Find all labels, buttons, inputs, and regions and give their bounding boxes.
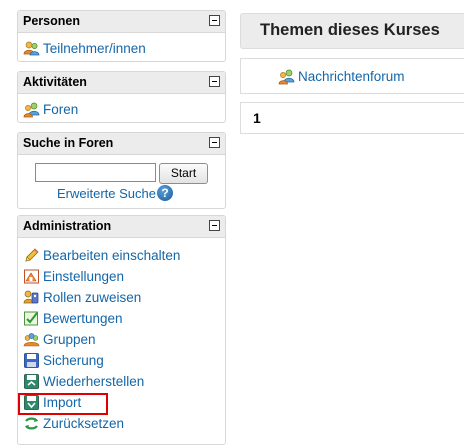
link-label: Wiederherstellen [43,374,145,389]
block-title: Personen [23,14,80,28]
collapse-icon[interactable] [209,76,220,87]
import-highlight-box [18,393,108,415]
settings-icon [24,269,39,284]
pencil-icon [25,248,39,262]
admin-item-bearbeiten[interactable]: Bearbeiten einschalten [18,245,225,266]
admin-item-bewertungen[interactable]: Bewertungen [18,308,225,329]
grades-icon [24,311,38,326]
admin-item-einstellungen[interactable]: Einstellungen [18,266,225,287]
course-topics-header: Themen dieses Kurses [240,13,464,49]
block-title: Administration [23,219,112,233]
link-teilnehmer[interactable]: Teilnehmer/innen [18,38,225,59]
section-1: 1 [240,102,464,134]
collapse-icon[interactable] [209,15,220,26]
news-forum-label: Nachrichtenforum [298,69,405,84]
link-label: Bewertungen [43,311,123,326]
backup-icon [24,353,39,368]
reset-icon [25,417,38,430]
link-label: Rollen zuweisen [43,290,142,305]
block-personen: Personen Teilnehmer/innen [17,10,226,62]
news-forum-box: Nachrichtenforum [240,58,464,94]
link-label: Gruppen [43,332,96,347]
forum-icon [278,69,295,85]
roles-icon [23,290,39,304]
section-number: 1 [253,110,261,126]
forum-icon [23,102,40,118]
users-icon [23,41,40,56]
block-header: Aktivitäten [18,72,225,94]
link-label: Foren [43,102,79,117]
collapse-icon[interactable] [209,137,220,148]
block-header: Suche in Foren [18,133,225,155]
block-title: Aktivitäten [23,75,87,89]
block-aktivitaeten: Aktivitäten Foren [17,71,226,123]
forum-search-input[interactable] [35,163,156,182]
course-title: Themen dieses Kurses [260,21,440,39]
link-label: Sicherung [43,353,104,368]
restore-icon [24,374,39,389]
link-foren[interactable]: Foren [18,99,225,120]
admin-item-gruppen[interactable]: Gruppen [18,329,225,350]
block-header: Personen [18,11,225,33]
link-label: Einstellungen [43,269,125,284]
block-header: Administration [18,216,225,238]
link-label: Teilnehmer/innen [43,41,146,56]
advanced-search-label: Erweiterte Suche [57,185,156,201]
block-title: Suche in Foren [23,136,114,150]
groups-icon [23,333,40,347]
collapse-icon[interactable] [209,220,220,231]
link-label: Zurücksetzen [43,416,125,431]
admin-item-wiederherstellen[interactable]: Wiederherstellen [18,371,225,392]
admin-item-zuruecksetzen[interactable]: Zurücksetzen [18,413,225,434]
news-forum-link[interactable]: Nachrichtenforum [278,68,405,85]
advanced-search-link[interactable]: Erweiterte Suche ? [57,185,173,201]
block-suche: Suche in Foren Start Erweiterte Suche ? [17,132,226,209]
admin-item-sicherung[interactable]: Sicherung [18,350,225,371]
help-icon[interactable]: ? [157,185,173,201]
link-label: Bearbeiten einschalten [43,248,181,263]
admin-item-rollen[interactable]: Rollen zuweisen [18,287,225,308]
start-button[interactable]: Start [159,163,208,184]
